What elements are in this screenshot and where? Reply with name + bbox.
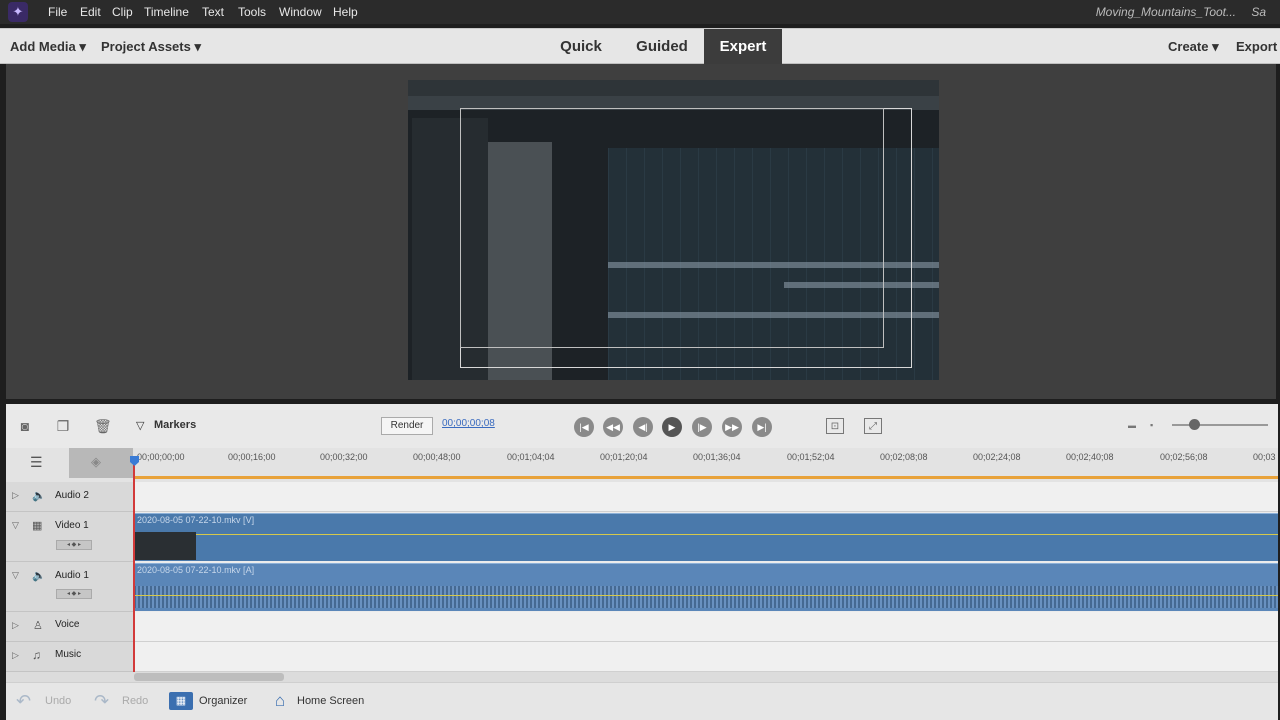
markers-icon[interactable]: ▽	[136, 419, 144, 432]
app-logo-icon[interactable]: ✦	[8, 2, 28, 22]
track-label-video1: Video 1	[55, 520, 89, 531]
organizer-icon[interactable]: ▦	[169, 692, 193, 710]
status-bar: ↶ Undo ↷ Redo ▦ Organizer ⌂ Home Screen	[6, 682, 1278, 720]
menu-window[interactable]: Window	[279, 0, 322, 24]
add-media-button[interactable]: Add Media ▾	[10, 29, 86, 64]
collapse-icon[interactable]: ▽	[12, 570, 19, 581]
expand-icon[interactable]: ▷	[12, 650, 19, 661]
copy-icon[interactable]: ❐	[55, 418, 71, 434]
ruler-tick: 00;01;20;04	[600, 452, 648, 462]
ruler-tick: 00;00;00;00	[137, 452, 185, 462]
keyframe-controls[interactable]: ◂ ◆ ▸	[56, 540, 92, 550]
redo-icon[interactable]: ↷	[94, 683, 109, 719]
fullscreen-icon[interactable]: ⤢	[864, 418, 882, 434]
track-label-music: Music	[55, 649, 82, 660]
ruler-tick: 00;00;16;00	[228, 452, 276, 462]
film-icon[interactable]: ▦	[32, 519, 42, 532]
menu-timeline[interactable]: Timeline	[144, 0, 189, 24]
render-button[interactable]: Render	[381, 417, 433, 435]
export-button[interactable]: Export	[1236, 29, 1277, 64]
track-lane-audio2[interactable]	[134, 482, 1278, 512]
menu-file[interactable]: File	[48, 0, 67, 24]
play-icon[interactable]: ▶	[662, 417, 682, 437]
video-clip-name: 2020-08-05 07-22-10.mkv [V]	[137, 515, 255, 525]
ruler-tick: 00;01;36;04	[693, 452, 741, 462]
ruler-tick: 00;02;40;08	[1066, 452, 1114, 462]
zoom-out-icon[interactable]: ▬	[1128, 421, 1136, 430]
track-options-icon[interactable]: ☰	[14, 448, 70, 478]
opacity-line[interactable]	[196, 534, 1278, 535]
volume-line[interactable]	[134, 595, 1278, 596]
create-button[interactable]: Create ▾	[1168, 29, 1219, 64]
organizer-button[interactable]: Organizer	[199, 683, 247, 719]
ruler-tick: 00;00;32;00	[320, 452, 368, 462]
redo-button[interactable]: Redo	[122, 683, 148, 719]
ruler-tick: 00;02;56;08	[1160, 452, 1208, 462]
fast-forward-icon[interactable]: ▶▶	[722, 417, 742, 437]
timecode-display[interactable]: 00;00;00;08	[442, 418, 495, 429]
safe-area-inner	[460, 108, 884, 348]
expand-icon[interactable]: ▷	[12, 620, 19, 631]
ruler-tick: 00;03	[1253, 452, 1276, 462]
project-assets-button[interactable]: Project Assets ▾	[101, 29, 201, 64]
menu-clip[interactable]: Clip	[112, 0, 133, 24]
home-screen-button[interactable]: Home Screen	[297, 683, 364, 719]
window-title: Moving_Mountains_Toot...	[1095, 5, 1236, 19]
microphone-icon[interactable]: ♙	[33, 619, 43, 632]
track-lane-voice[interactable]	[134, 612, 1278, 642]
menu-bar: ✦ File Edit Clip Timeline Text Tools Win…	[0, 0, 1280, 24]
ruler-tick: 00;00;48;00	[413, 452, 461, 462]
collapse-icon[interactable]: ▽	[12, 520, 19, 531]
work-area-bar[interactable]	[134, 476, 1278, 479]
track-label-voice: Voice	[55, 619, 80, 630]
zoom-slider[interactable]	[1172, 424, 1268, 426]
speaker-icon[interactable]: 🔈	[32, 489, 46, 502]
camera-icon[interactable]: ◙	[17, 418, 33, 434]
audio-clip-name: 2020-08-05 07-22-10.mkv [A]	[137, 565, 255, 575]
goto-start-icon[interactable]: |◀	[574, 417, 594, 437]
mode-quick[interactable]: Quick	[553, 29, 609, 64]
markers-button[interactable]: Markers	[154, 419, 196, 431]
video-clip-thumbnail	[134, 532, 196, 560]
zoom-in-icon[interactable]: ▪	[1150, 420, 1153, 430]
audio-waveform	[134, 586, 1278, 608]
step-forward-icon[interactable]: |▶	[692, 417, 712, 437]
menu-edit[interactable]: Edit	[80, 0, 101, 24]
ruler-tick: 00;01;04;04	[507, 452, 555, 462]
mode-guided[interactable]: Guided	[626, 29, 698, 64]
undo-icon[interactable]: ↶	[16, 683, 31, 719]
ruler-tick: 00;02;08;08	[880, 452, 928, 462]
zoom-slider-handle[interactable]	[1189, 419, 1200, 430]
speaker-icon[interactable]: 🔈	[32, 569, 46, 582]
mode-bar: Add Media ▾ Project Assets ▾ Quick Guide…	[0, 28, 1280, 64]
fit-monitor-icon[interactable]: ⊡	[826, 418, 844, 434]
home-icon[interactable]: ⌂	[269, 691, 291, 711]
rewind-icon[interactable]: ◀◀	[603, 417, 623, 437]
expand-icon[interactable]: ▷	[12, 490, 19, 501]
keyframe-controls[interactable]: ◂ ◆ ▸	[56, 589, 92, 599]
menu-help[interactable]: Help	[333, 0, 358, 24]
ruler-tick: 00;02;24;08	[973, 452, 1021, 462]
audio-mixer-icon[interactable]: ◈	[69, 448, 133, 478]
music-note-icon[interactable]: ♫	[32, 648, 41, 662]
undo-button[interactable]: Undo	[45, 683, 71, 719]
menu-tools[interactable]: Tools	[238, 0, 266, 24]
goto-end-icon[interactable]: ▶|	[752, 417, 772, 437]
scrollbar-thumb[interactable]	[134, 673, 284, 681]
video-clip[interactable]	[134, 513, 1278, 561]
track-label-audio1: Audio 1	[55, 570, 89, 581]
trash-icon[interactable]: 🗑	[94, 418, 112, 434]
track-lane-music[interactable]	[134, 642, 1278, 672]
ruler-tick: 00;01;52;04	[787, 452, 835, 462]
step-back-icon[interactable]: ◀|	[633, 417, 653, 437]
video-preview[interactable]	[408, 80, 939, 380]
playhead[interactable]	[133, 456, 135, 672]
menu-text[interactable]: Text	[202, 0, 224, 24]
track-label-audio2: Audio 2	[55, 490, 89, 501]
window-title-stub: Sa	[1251, 5, 1266, 19]
preview-app-titlebar	[408, 80, 939, 96]
mode-expert[interactable]: Expert	[704, 29, 782, 64]
